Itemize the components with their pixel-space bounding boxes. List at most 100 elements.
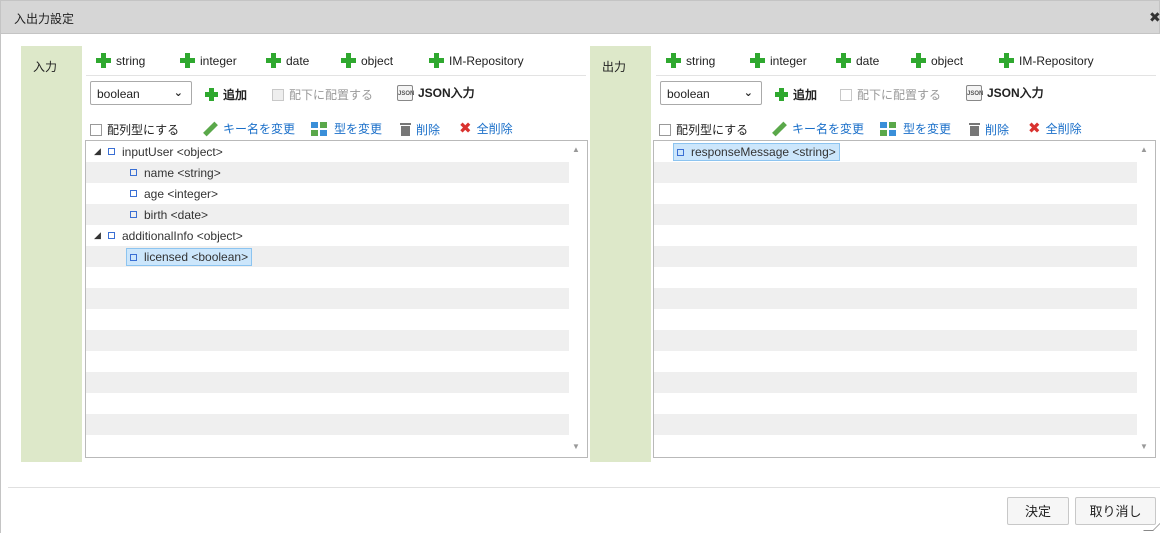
input-add-object-button[interactable]: object bbox=[341, 53, 393, 68]
close-icon[interactable]: ✖ bbox=[1149, 9, 1160, 26]
array-label: 配列型にする bbox=[676, 123, 749, 137]
delete-all-icon: ✖ bbox=[459, 120, 472, 137]
input-add-button[interactable]: 追加 bbox=[205, 86, 247, 103]
tree-row bbox=[86, 309, 569, 330]
node-icon bbox=[130, 190, 137, 197]
tree-node-label: name <string> bbox=[144, 165, 221, 180]
tree-node-responsemessage[interactable]: responseMessage <string> bbox=[673, 141, 840, 162]
tree-row bbox=[86, 435, 569, 456]
change-type-label: 型を変更 bbox=[903, 122, 952, 136]
expand-triangle-icon[interactable]: ◢ bbox=[94, 146, 108, 157]
json-input-label: JSON入力 bbox=[987, 86, 1044, 100]
im-repository-label: IM-Repository bbox=[1019, 53, 1094, 68]
tree-node-label-selected: licensed <boolean> bbox=[126, 247, 253, 266]
input-add-im-repository-button[interactable]: IM-Repository bbox=[429, 53, 524, 68]
tree-node-licensed[interactable]: licensed <boolean> bbox=[126, 246, 253, 267]
output-add-date-button[interactable]: date bbox=[836, 53, 879, 68]
tree-node-label-selected: responseMessage <string> bbox=[673, 142, 840, 161]
tree-row bbox=[654, 435, 1137, 456]
output-place-under-checkbox[interactable]: 配下に配置する bbox=[840, 86, 941, 103]
input-rename-key-button[interactable]: キー名を変更 bbox=[202, 120, 295, 137]
input-json-input-button[interactable]: JSON JSON入力 bbox=[397, 84, 475, 101]
tree-row bbox=[654, 372, 1137, 393]
chevron-down-icon: ⌄ bbox=[743, 87, 753, 99]
tree-node-age[interactable]: age <integer> bbox=[130, 183, 218, 204]
tree-row bbox=[86, 288, 569, 309]
tree-row bbox=[654, 204, 1137, 225]
checkbox-icon bbox=[90, 123, 102, 136]
tree-node-label: inputUser <object> bbox=[122, 144, 223, 159]
scroll-down-icon[interactable]: ▼ bbox=[1140, 442, 1148, 451]
output-rename-key-button[interactable]: キー名を変更 bbox=[771, 120, 864, 137]
footer-divider bbox=[8, 487, 1160, 488]
tree-row bbox=[86, 330, 569, 351]
output-add-im-repository-button[interactable]: IM-Repository bbox=[999, 53, 1094, 68]
input-delete-button[interactable]: 削除 bbox=[400, 121, 440, 138]
output-select-value: boolean bbox=[667, 87, 710, 101]
tree-row bbox=[654, 225, 1137, 246]
delete-label: 削除 bbox=[416, 123, 441, 137]
integer-label: integer bbox=[770, 53, 807, 68]
plus-icon bbox=[911, 53, 926, 68]
tree-node-label: age <integer> bbox=[144, 186, 219, 201]
dialog-border bbox=[0, 34, 1, 533]
output-type-select[interactable]: boolean ⌄ bbox=[660, 81, 762, 105]
checkbox-icon bbox=[659, 123, 671, 136]
object-label: object bbox=[361, 53, 394, 68]
tree-node-additionalinfo[interactable]: ◢ additionalInfo <object> bbox=[94, 225, 243, 246]
tree-row bbox=[86, 372, 569, 393]
checkbox-icon bbox=[272, 88, 284, 101]
input-add-date-button[interactable]: date bbox=[266, 53, 309, 68]
output-delete-all-button[interactable]: ✖ 全削除 bbox=[1028, 119, 1082, 137]
change-type-label: 型を変更 bbox=[334, 122, 383, 136]
tree-row bbox=[654, 330, 1137, 351]
input-tree[interactable]: ◢ inputUser <object> name <string> age <i… bbox=[85, 140, 588, 458]
input-type-select[interactable]: boolean ⌄ bbox=[90, 81, 192, 105]
output-tree[interactable]: responseMessage <string> ▲ ▼ bbox=[653, 140, 1156, 458]
tree-row bbox=[654, 183, 1137, 204]
scroll-up-icon[interactable]: ▲ bbox=[1140, 145, 1148, 154]
scroll-down-icon[interactable]: ▼ bbox=[572, 442, 580, 451]
node-icon bbox=[108, 232, 115, 239]
input-place-under-checkbox[interactable]: 配下に配置する bbox=[272, 86, 373, 103]
ok-button[interactable]: 決定 bbox=[1007, 497, 1069, 525]
plus-icon bbox=[836, 53, 851, 68]
output-delete-button[interactable]: 削除 bbox=[969, 121, 1009, 138]
delete-all-label: 全削除 bbox=[1045, 121, 1082, 136]
plus-icon bbox=[999, 53, 1014, 68]
date-label: date bbox=[856, 53, 880, 68]
output-array-checkbox[interactable]: 配列型にする bbox=[659, 121, 748, 138]
expand-triangle-icon[interactable]: ◢ bbox=[94, 230, 108, 241]
plus-icon bbox=[180, 53, 195, 68]
tree-node-label: additionalInfo <object> bbox=[122, 228, 243, 243]
im-repository-label: IM-Repository bbox=[449, 53, 524, 68]
input-change-type-button[interactable]: 型を変更 bbox=[311, 120, 382, 137]
output-section-label: 出力 bbox=[590, 46, 651, 462]
output-change-type-button[interactable]: 型を変更 bbox=[880, 120, 951, 137]
input-type-toolbar: string integer date object IM-Repository bbox=[86, 47, 586, 76]
output-add-object-button[interactable]: object bbox=[911, 53, 963, 68]
plus-icon bbox=[429, 53, 444, 68]
cancel-button[interactable]: 取り消し bbox=[1075, 497, 1156, 525]
output-add-button[interactable]: 追加 bbox=[775, 86, 817, 103]
tree-row bbox=[86, 351, 569, 372]
output-add-string-button[interactable]: string bbox=[666, 53, 715, 68]
pencil-icon bbox=[771, 121, 787, 137]
node-icon bbox=[677, 148, 684, 156]
input-add-string-button[interactable]: string bbox=[96, 53, 145, 68]
integer-label: integer bbox=[200, 53, 237, 68]
tree-node-name[interactable]: name <string> bbox=[130, 162, 221, 183]
input-delete-all-button[interactable]: ✖ 全削除 bbox=[459, 119, 513, 137]
tree-node-inputuser[interactable]: ◢ inputUser <object> bbox=[94, 141, 223, 162]
output-add-integer-button[interactable]: integer bbox=[750, 53, 807, 68]
node-icon bbox=[130, 169, 137, 176]
trash-icon bbox=[969, 123, 980, 136]
input-array-checkbox[interactable]: 配列型にする bbox=[90, 121, 179, 138]
plus-icon bbox=[775, 88, 788, 101]
output-json-input-button[interactable]: JSON JSON入力 bbox=[966, 84, 1044, 101]
input-add-integer-button[interactable]: integer bbox=[180, 53, 237, 68]
add-label: 追加 bbox=[223, 88, 248, 102]
scroll-up-icon[interactable]: ▲ bbox=[572, 145, 580, 154]
plus-icon bbox=[750, 53, 765, 68]
tree-node-birth[interactable]: birth <date> bbox=[130, 204, 208, 225]
